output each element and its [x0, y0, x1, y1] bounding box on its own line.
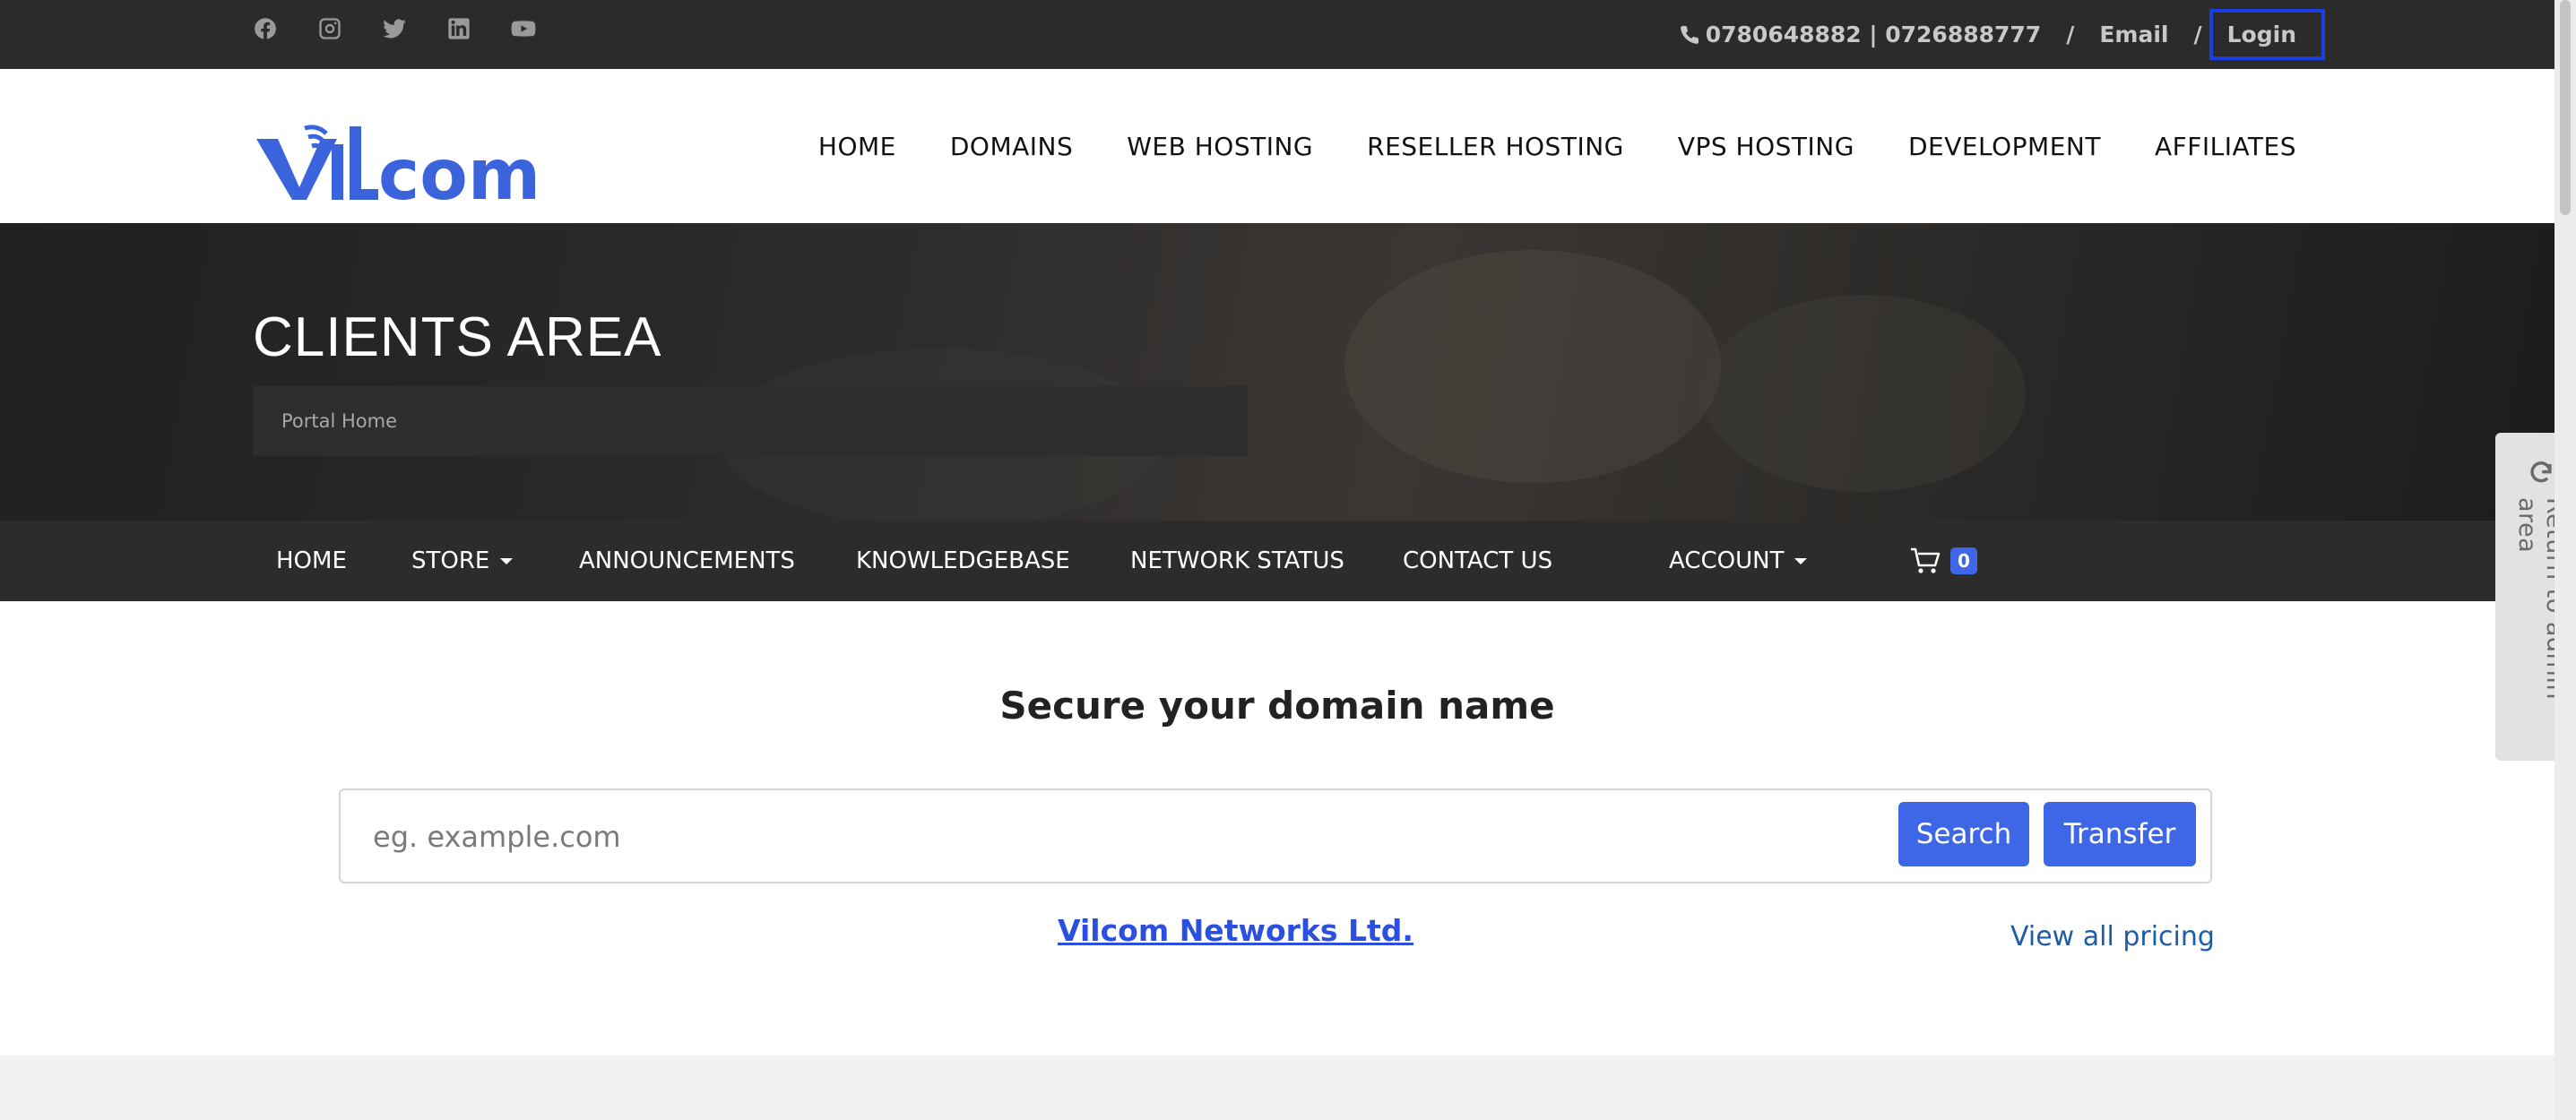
subnav-home-label: HOME [276, 547, 347, 574]
subnav-announcements-label: ANNOUNCEMENTS [579, 547, 795, 574]
subnav-store-label: STORE [411, 547, 490, 574]
separator: / [2066, 22, 2075, 47]
domain-search-title: Secure your domain name [999, 684, 1555, 728]
twitter-icon[interactable] [382, 16, 407, 41]
subnav-home[interactable]: HOME [276, 521, 347, 601]
top-bar: 0780648882 | 0726888777 / Email / Login [0, 0, 2554, 69]
caret-down-icon [1794, 557, 1808, 564]
subnav-account-label: ACCOUNT [1669, 547, 1785, 574]
nav-home[interactable]: HOME [818, 132, 896, 161]
svg-text:com: com [378, 135, 540, 203]
social-links [253, 16, 575, 41]
caret-down-icon [500, 557, 514, 564]
cart-button[interactable]: 0 [1909, 521, 1977, 601]
subnav-network-status-label: NETWORK STATUS [1130, 547, 1344, 574]
nav-development[interactable]: DEVELOPMENT [1908, 132, 2101, 161]
hero-background-shape [1703, 295, 2026, 492]
subnav-knowledgebase[interactable]: KNOWLEDGEBASE [856, 521, 1070, 601]
subnav-contact-us-label: CONTACT US [1403, 547, 1553, 574]
phone-numbers[interactable]: 0780648882 | 0726888777 [1706, 22, 2041, 47]
facebook-icon[interactable] [253, 16, 278, 41]
vilcom-logo[interactable]: com [253, 117, 558, 203]
hero-background-shape [1344, 250, 1721, 483]
main-nav: HOME DOMAINS WEB HOSTING RESELLER HOSTIN… [765, 69, 2296, 223]
nav-vps-hosting[interactable]: VPS HOSTING [1678, 132, 1854, 161]
return-to-admin-tab[interactable]: Return to admin area [2495, 433, 2569, 761]
subnav-announcements[interactable]: ANNOUNCEMENTS [579, 521, 795, 601]
nav-web-hosting[interactable]: WEB HOSTING [1127, 132, 1313, 161]
refresh-icon [2530, 461, 2552, 483]
subnav-network-status[interactable]: NETWORK STATUS [1130, 521, 1344, 601]
company-link[interactable]: Vilcom Networks Ltd. [1058, 913, 1413, 948]
scrollbar[interactable] [2554, 0, 2576, 1120]
instagram-icon[interactable] [317, 16, 342, 41]
nav-reseller-hosting[interactable]: RESELLER HOSTING [1367, 132, 1624, 161]
contact-bar: 0780648882 | 0726888777 / Email / Login [1679, 0, 2325, 69]
shopping-cart-icon [1911, 547, 1941, 573]
domain-search-form: Search Transfer [339, 788, 2212, 883]
page: 0780648882 | 0726888777 / Email / Login … [0, 0, 2569, 1120]
subnav-account[interactable]: ACCOUNT [1669, 521, 1808, 601]
domain-search-input[interactable] [371, 808, 1845, 866]
client-nav: HOME STORE ANNOUNCEMENTS KNOWLEDGEBASE N… [0, 521, 2554, 601]
scrollbar-thumb[interactable] [2560, 0, 2571, 215]
hero-banner: CLIENTS AREA Portal Home [0, 223, 2554, 521]
search-button[interactable]: Search [1898, 802, 2029, 866]
linkedin-icon[interactable] [446, 16, 471, 41]
site-header: com HOME DOMAINS WEB HOSTING RESELLER HO… [0, 69, 2554, 223]
nav-affiliates[interactable]: AFFILIATES [2155, 132, 2296, 161]
subnav-knowledgebase-label: KNOWLEDGEBASE [856, 547, 1070, 574]
breadcrumb-portal-home[interactable]: Portal Home [281, 410, 397, 432]
view-all-pricing-link[interactable]: View all pricing [2010, 921, 2215, 952]
page-title: CLIENTS AREA [253, 306, 662, 368]
cart-count-badge: 0 [1950, 547, 1977, 574]
login-link[interactable]: Login [2209, 9, 2325, 60]
phone-icon [1680, 25, 1699, 44]
main-content: Secure your domain name Search Transfer … [0, 601, 2554, 1055]
youtube-icon[interactable] [511, 16, 536, 41]
breadcrumb: Portal Home [253, 386, 1248, 456]
subnav-store[interactable]: STORE [411, 521, 514, 601]
email-link[interactable]: Email [2099, 22, 2168, 47]
subnav-contact-us[interactable]: CONTACT US [1403, 521, 1552, 601]
transfer-button[interactable]: Transfer [2044, 802, 2196, 866]
nav-domains[interactable]: DOMAINS [950, 132, 1073, 161]
separator: / [2193, 22, 2202, 47]
